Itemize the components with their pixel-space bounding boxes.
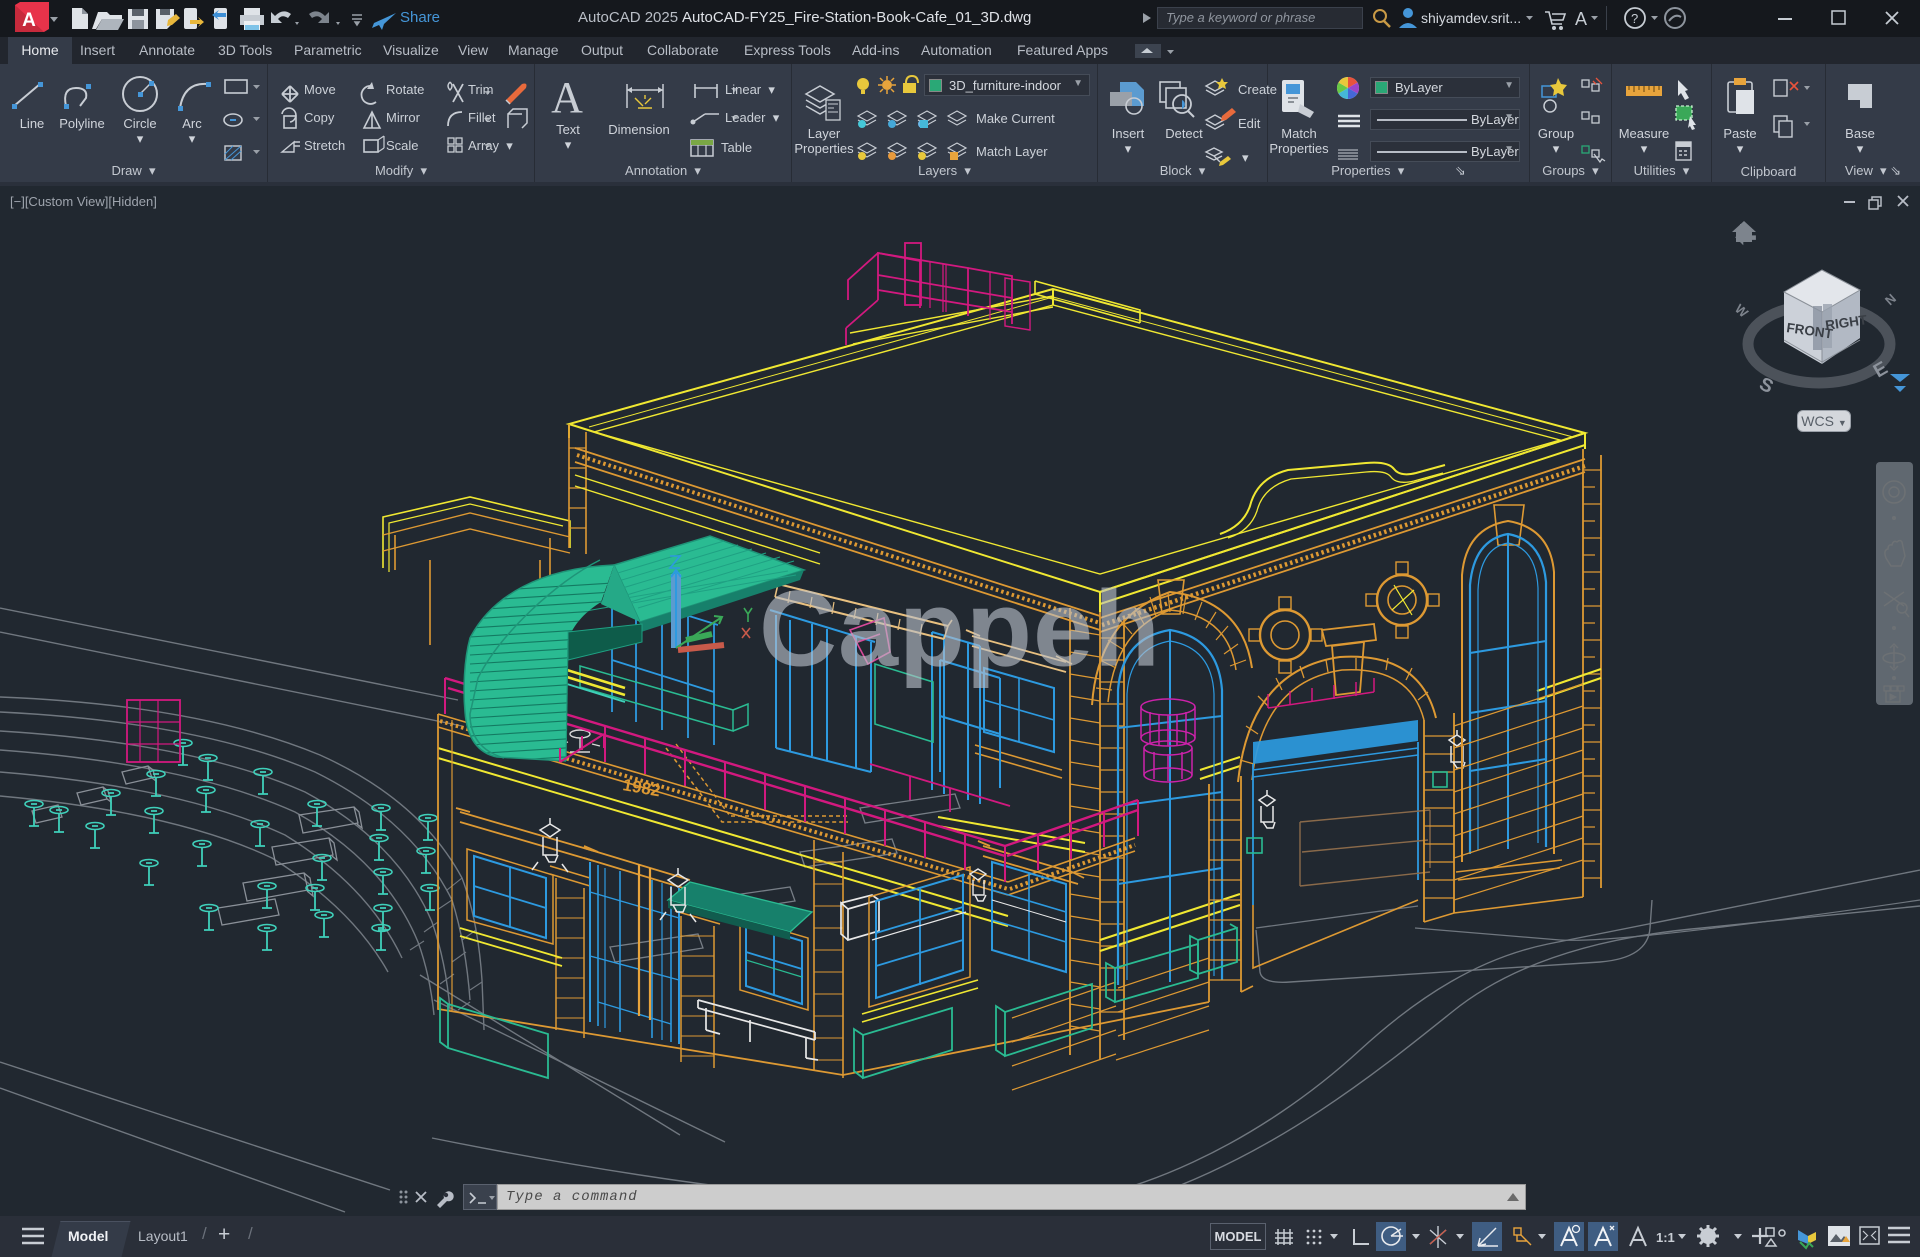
svg-text:W: W bbox=[1732, 301, 1752, 321]
svg-text:S: S bbox=[1756, 374, 1777, 398]
svg-text:A: A bbox=[551, 73, 583, 122]
svg-text:shiyamdev.srit...: shiyamdev.srit... bbox=[1421, 10, 1521, 26]
svg-text:A: A bbox=[22, 10, 36, 31]
svg-text:A: A bbox=[1575, 9, 1587, 29]
svg-text:?: ? bbox=[1631, 11, 1638, 26]
svg-text:1:1: 1:1 bbox=[1656, 1230, 1675, 1245]
svg-text:N: N bbox=[1882, 291, 1899, 308]
